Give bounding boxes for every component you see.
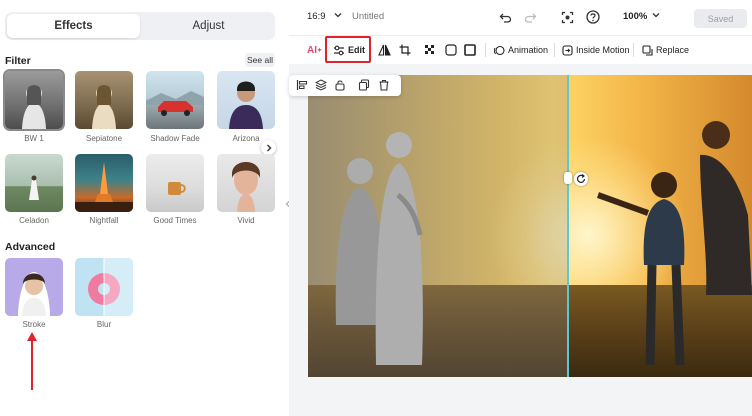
rotate-icon (576, 174, 586, 183)
corner-radius-button[interactable] (445, 42, 457, 58)
unlock-icon (335, 80, 345, 91)
top-bar: 16:9 Untitled 100% Saved (289, 0, 752, 36)
capture-icon (561, 11, 573, 23)
saved-button[interactable]: Saved (694, 9, 747, 28)
tab-adjust[interactable]: Adjust (142, 12, 275, 40)
filter-thumb-arizona[interactable] (217, 71, 275, 129)
canvas-image[interactable] (308, 75, 752, 377)
red-annotation-arrow (27, 332, 37, 390)
filter-label-shadow-fade: Shadow Fade (150, 134, 200, 143)
duplicate-button[interactable] (357, 78, 371, 92)
filter-label-bw1: BW 1 (24, 134, 44, 143)
align-button[interactable] (295, 78, 309, 92)
toolbar-divider (485, 43, 486, 57)
bw-filter-preview-region (308, 75, 567, 377)
rounded-square-icon (445, 44, 457, 56)
replace-button[interactable]: Replace (642, 42, 689, 58)
border-icon (464, 44, 476, 56)
effect-label-blur: Blur (96, 320, 112, 329)
animation-icon (494, 45, 505, 55)
filter-label-celadon: Celadon (19, 216, 49, 225)
undo-icon (499, 13, 511, 23)
undo-button[interactable] (497, 9, 513, 25)
filter-label-nightfall: Nightfall (89, 216, 119, 225)
chevron-down-icon (334, 13, 342, 18)
effect-thumb-blur[interactable] (75, 258, 133, 316)
screenshot-button[interactable] (559, 9, 575, 25)
help-button[interactable] (585, 9, 601, 25)
rotate-handle[interactable] (574, 172, 588, 186)
delete-button[interactable] (377, 78, 391, 92)
document-title[interactable]: Untitled (352, 11, 384, 22)
inside-motion-button[interactable]: Inside Motion (562, 42, 630, 58)
aspect-ratio-select[interactable]: 16:9 (307, 11, 342, 22)
replace-icon (642, 44, 653, 56)
filter-section-title: Filter (5, 55, 31, 67)
flip-icon (378, 44, 391, 56)
floating-layer-toolbar (289, 75, 401, 96)
filter-thumb-nightfall[interactable] (75, 154, 133, 212)
filter-next-button[interactable] (261, 140, 276, 155)
copy-icon (358, 79, 370, 91)
animation-button[interactable]: Animation (494, 42, 548, 58)
filter-thumb-shadow-fade[interactable] (146, 71, 204, 129)
panel-tab-switcher: Effects Adjust (5, 12, 275, 40)
chevron-right-icon (266, 144, 271, 151)
edit-highlight-box (325, 36, 371, 63)
question-icon (586, 10, 600, 24)
filter-label-vivid: Vivid (237, 216, 255, 225)
toolbar-divider (633, 43, 634, 57)
compare-split-line (567, 75, 569, 377)
checkerboard-icon (425, 45, 434, 54)
filter-thumb-sepiatone[interactable] (75, 71, 133, 129)
layers-icon (315, 79, 327, 91)
inside-motion-label: Inside Motion (576, 45, 630, 55)
editor-area: 16:9 Untitled 100% Saved AI ✦ Edit Anima… (289, 0, 752, 416)
align-left-icon (296, 80, 307, 90)
effects-panel: Effects Adjust Filter See all BW 1 Sepia… (0, 0, 285, 416)
zoom-value: 100% (623, 11, 648, 22)
tab-effects[interactable]: Effects (7, 14, 140, 38)
lock-button[interactable] (333, 78, 347, 92)
inside-motion-icon (562, 44, 573, 56)
redo-icon (524, 13, 536, 23)
trash-icon (379, 80, 389, 91)
filter-label-good-times: Good Times (153, 216, 197, 225)
border-button[interactable] (464, 42, 476, 58)
layers-button[interactable] (314, 78, 328, 92)
filter-thumb-celadon[interactable] (5, 154, 63, 212)
redo-button[interactable] (522, 9, 538, 25)
see-all-button[interactable]: See all (245, 53, 275, 67)
filter-thumb-vivid[interactable] (217, 154, 275, 212)
crop-button[interactable] (399, 42, 411, 58)
transparency-button[interactable] (425, 42, 435, 58)
element-toolbar: AI ✦ Edit Animation Inside Motion Replac… (289, 36, 752, 64)
ai-label: AI (307, 44, 317, 56)
sparkle-icon: ✦ (317, 47, 323, 54)
filter-label-sepiatone: Sepiatone (85, 134, 123, 143)
filter-thumb-bw1[interactable] (3, 69, 65, 131)
replace-label: Replace (656, 45, 690, 55)
ai-tools-button[interactable]: AI ✦ (307, 42, 322, 58)
flip-button[interactable] (378, 42, 391, 58)
crop-icon (399, 44, 411, 56)
animation-label: Animation (508, 45, 549, 55)
filter-thumb-good-times[interactable] (146, 154, 204, 212)
toolbar-divider (554, 43, 555, 57)
compare-split-handle[interactable] (564, 172, 572, 184)
zoom-select[interactable]: 100% (623, 11, 660, 22)
effect-label-stroke: Stroke (22, 320, 46, 329)
aspect-ratio-value: 16:9 (307, 11, 326, 22)
effect-thumb-stroke[interactable] (5, 258, 63, 316)
advanced-section-title: Advanced (5, 241, 56, 253)
chevron-down-icon (652, 13, 660, 18)
